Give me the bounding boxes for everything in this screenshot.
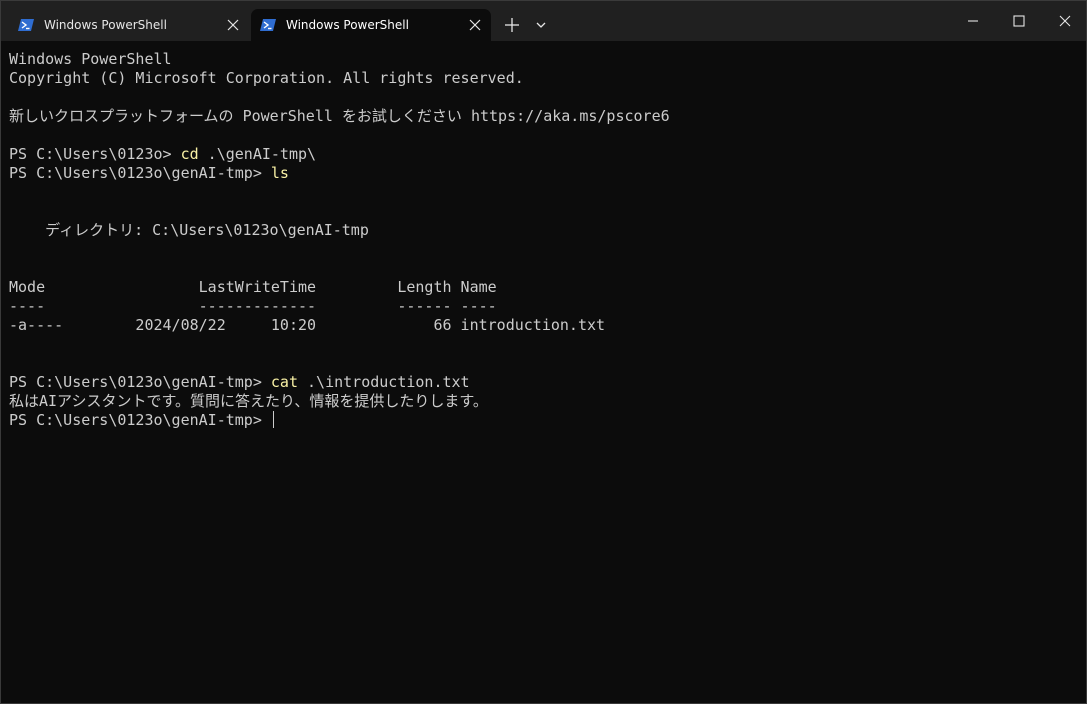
banner-line: Windows PowerShell — [9, 50, 172, 68]
prompt: PS C:\Users\0123o\genAI-tmp> — [9, 373, 271, 391]
directory-label: ディレクトリ: C:\Users\0123o\genAI-tmp — [9, 221, 369, 239]
tab-close-icon[interactable] — [223, 15, 243, 35]
copyright-line: Copyright (C) Microsoft Corporation. All… — [9, 69, 524, 87]
powershell-icon — [18, 19, 34, 31]
minimize-icon[interactable] — [953, 7, 993, 35]
command-line-cat: PS C:\Users\0123o\genAI-tmp> cat .\intro… — [9, 373, 1079, 392]
current-prompt-line[interactable]: PS C:\Users\0123o\genAI-tmp> — [9, 411, 1079, 430]
terminal-window: Windows PowerShell Windows PowerShell Wi… — [0, 0, 1087, 704]
tab-powershell-2[interactable]: Windows PowerShell — [251, 9, 491, 41]
file-content-line: 私はAIアシスタントです。質問に答えたり、情報を提供したりします。 — [9, 392, 488, 410]
pscore-notice-line: 新しいクロスプラットフォームの PowerShell をお試しください http… — [9, 107, 670, 125]
tab-close-icon[interactable] — [465, 15, 485, 35]
chevron-down-icon[interactable] — [531, 13, 551, 37]
powershell-icon — [260, 19, 276, 31]
maximize-icon[interactable] — [999, 7, 1039, 35]
listing-header: Mode LastWriteTime Length Name — [9, 278, 497, 296]
tab-label: Windows PowerShell — [44, 18, 167, 32]
command-line-ls: PS C:\Users\0123o\genAI-tmp> ls — [9, 164, 1079, 183]
listing-row: -a---- 2024/08/22 10:20 66 introduction.… — [9, 316, 606, 334]
prompt: PS C:\Users\0123o\genAI-tmp> — [9, 411, 271, 429]
command-name: cd — [180, 145, 199, 163]
command-name: cat — [270, 373, 298, 391]
title-bar: Windows PowerShell Windows PowerShell — [1, 1, 1086, 41]
command-args: .\introduction.txt — [298, 373, 470, 391]
command-line-cd: PS C:\Users\0123o> cd .\genAI-tmp\ — [9, 145, 1079, 164]
terminal-output[interactable]: Windows PowerShell Copyright (C) Microso… — [9, 50, 1079, 690]
prompt: PS C:\Users\0123o> — [9, 145, 181, 163]
tab-powershell-1[interactable]: Windows PowerShell — [9, 9, 249, 41]
tab-label: Windows PowerShell — [286, 18, 409, 32]
command-name: ls — [270, 164, 289, 182]
command-args: .\genAI-tmp\ — [198, 145, 317, 163]
text-cursor — [272, 411, 274, 428]
listing-header-underline: ---- ------------- ------ ---- — [9, 297, 497, 315]
prompt: PS C:\Users\0123o\genAI-tmp> — [9, 164, 271, 182]
plus-icon[interactable] — [499, 13, 525, 37]
close-icon[interactable] — [1045, 7, 1085, 35]
